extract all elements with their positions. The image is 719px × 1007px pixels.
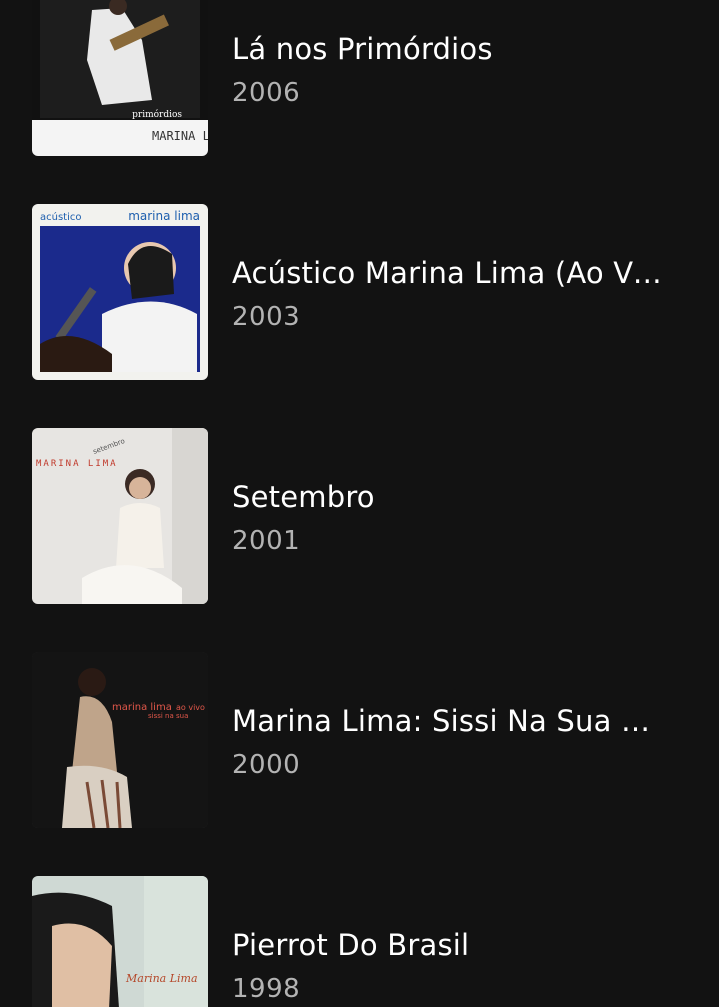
album-item-pierrot-do-brasil[interactable]: Marina Lima Pierrot Do Brasil 1998 <box>32 876 692 1007</box>
cover-art-text: MARINA LIMA <box>36 459 118 469</box>
album-year: 2001 <box>232 526 301 556</box>
album-cover-art[interactable]: acústico marina lima <box>32 204 208 380</box>
album-title: Lá nos Primórdios <box>232 32 493 66</box>
album-cover-art[interactable]: MARINA LIMA setembro <box>32 428 208 604</box>
album-item-acustico-marina-lima[interactable]: acústico marina lima Acústico Marina Lim… <box>32 204 692 380</box>
album-cover-image: Marina Lima <box>32 876 208 1007</box>
album-cover-art[interactable]: marina lima ao vivo sissi na sua <box>32 652 208 828</box>
album-cover-image: acústico marina lima <box>32 204 208 380</box>
album-year: 2000 <box>232 750 301 780</box>
album-item-sissi-na-sua[interactable]: marina lima ao vivo sissi na sua Marina … <box>32 652 692 828</box>
album-title: Marina Lima: Sissi Na Sua Ao... <box>232 704 662 738</box>
album-title: Pierrot Do Brasil <box>232 928 470 962</box>
album-info: Acústico Marina Lima (Ao Vi... 2003 <box>232 254 662 333</box>
album-info: Lá nos Primórdios 2006 <box>232 30 662 109</box>
album-cover-image: MARINA LIMA setembro <box>32 428 208 604</box>
cover-art-text: primórdios <box>132 109 182 120</box>
album-cover-image: marina lima ao vivo sissi na sua <box>32 652 208 828</box>
album-cover-art[interactable]: Marina Lima <box>32 876 208 1007</box>
album-year: 1998 <box>232 974 301 1004</box>
cover-art-text: acústico <box>40 211 82 223</box>
album-cover-image: primórdios MARINA LIMA <box>32 0 208 156</box>
cover-art-text: sissi na sua <box>148 712 188 720</box>
album-title: Acústico Marina Lima (Ao Vi... <box>232 256 662 290</box>
album-info: Marina Lima: Sissi Na Sua Ao... 2000 <box>232 702 662 781</box>
album-year: 2006 <box>232 78 301 108</box>
cover-art-text: ao vivo <box>176 703 205 712</box>
cover-art-text: marina lima <box>128 209 200 223</box>
cover-art-text: Marina Lima <box>125 972 198 985</box>
album-item-la-nos-primordios[interactable]: primórdios MARINA LIMA Lá nos Primórdios… <box>32 0 692 156</box>
album-item-setembro[interactable]: MARINA LIMA setembro Setembro 2001 <box>32 428 692 604</box>
album-title: Setembro <box>232 480 375 514</box>
album-info: Pierrot Do Brasil 1998 <box>232 926 662 1005</box>
cover-art-text: MARINA LIMA <box>152 129 208 143</box>
album-info: Setembro 2001 <box>232 478 662 557</box>
album-cover-art[interactable]: primórdios MARINA LIMA <box>32 0 208 156</box>
album-year: 2003 <box>232 302 301 332</box>
